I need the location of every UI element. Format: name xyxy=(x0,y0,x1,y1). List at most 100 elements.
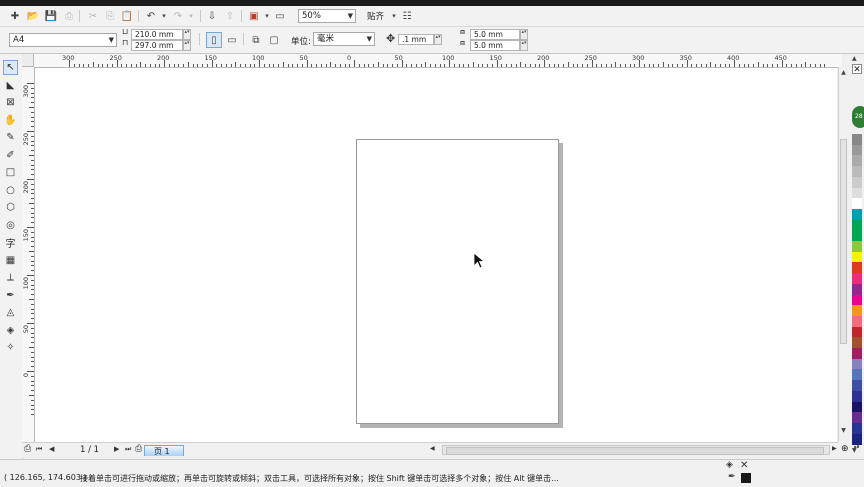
palette-expand-icon[interactable]: ⏯ xyxy=(854,443,860,452)
shape-tool-icon[interactable]: ◣ xyxy=(3,78,18,93)
fill-tool-icon[interactable]: ◈ xyxy=(3,323,18,338)
rectangle-tool-icon[interactable]: □ xyxy=(3,165,18,180)
portrait-icon[interactable]: ▯ xyxy=(206,32,222,48)
scroll-down-icon[interactable]: ▼ xyxy=(839,427,848,434)
page-height-spinner[interactable]: ▴▾ xyxy=(183,40,191,51)
vertical-scroll-thumb[interactable] xyxy=(840,139,847,344)
horizontal-ruler[interactable]: 300 250 200 150 100 50 0 50 100 150 200 250 300 350 40… xyxy=(22,54,842,68)
eyedropper-tool-icon[interactable]: ✒ xyxy=(3,288,18,303)
new-document-icon[interactable]: ✚ xyxy=(8,9,22,23)
all-pages-icon[interactable]: ⧉ xyxy=(249,33,263,47)
color-swatch[interactable] xyxy=(852,273,862,285)
duplicate-y-field[interactable]: 5.0 mm xyxy=(470,40,520,51)
color-swatch[interactable] xyxy=(852,294,862,306)
paste-icon[interactable]: 📋 xyxy=(120,9,134,23)
color-swatch[interactable] xyxy=(852,326,862,338)
add-page-before-icon[interactable]: ⎙ xyxy=(24,444,31,454)
color-swatch[interactable] xyxy=(852,166,862,178)
color-swatch[interactable] xyxy=(852,369,862,381)
smart-fill-tool-icon[interactable]: ✐ xyxy=(3,148,18,163)
last-page-icon[interactable]: ⏭ xyxy=(125,445,131,454)
page-width-field[interactable]: 210.0 mm xyxy=(131,29,183,40)
outline-color-swatch[interactable] xyxy=(741,473,751,483)
color-swatch[interactable] xyxy=(852,315,862,327)
color-swatch[interactable] xyxy=(852,348,862,359)
color-swatch[interactable] xyxy=(852,155,862,167)
crop-tool-icon[interactable]: ⊠ xyxy=(3,95,18,110)
basic-shapes-tool-icon[interactable]: ◎ xyxy=(3,218,18,233)
scroll-left-icon[interactable]: ◀ xyxy=(430,445,435,452)
undo-dropdown-icon[interactable]: ▾ xyxy=(157,9,171,23)
full-screen-icon[interactable]: ▭ xyxy=(273,9,287,23)
horizontal-scrollbar[interactable] xyxy=(442,445,830,455)
zoom-navigator-icon[interactable]: ⊕ xyxy=(841,444,849,454)
redo-dropdown-icon[interactable]: ▾ xyxy=(184,9,198,23)
page-tab[interactable]: 页 1 xyxy=(144,445,184,456)
duplicate-x-spinner[interactable]: ▴▾ xyxy=(520,29,528,40)
undo-icon[interactable]: ↶ xyxy=(144,9,158,23)
pick-tool-icon[interactable]: ↖ xyxy=(3,60,18,75)
vertical-scrollbar[interactable]: ▲ ▼ xyxy=(838,67,849,442)
connector-tool-icon[interactable]: ⟂ xyxy=(3,270,18,285)
landscape-icon[interactable]: ▭ xyxy=(225,33,239,47)
color-swatch[interactable] xyxy=(852,134,862,145)
page-height-field[interactable]: 297.0 mm xyxy=(131,40,183,51)
color-swatch[interactable] xyxy=(852,337,862,349)
document-page[interactable] xyxy=(356,139,559,424)
palette-scroll-up-icon[interactable]: ▲ xyxy=(852,55,857,62)
outline-pen-icon[interactable]: ✒ xyxy=(728,472,736,482)
scroll-right-icon[interactable]: ▶ xyxy=(832,445,837,452)
color-swatch[interactable] xyxy=(852,283,862,295)
page-size-select[interactable]: A4 ▼ xyxy=(9,33,117,47)
color-swatch[interactable] xyxy=(852,412,862,424)
fill-indicator-icon[interactable]: ◈ xyxy=(726,460,733,470)
snap-dropdown-icon[interactable]: ▾ xyxy=(387,9,401,23)
export-icon[interactable]: ⇧ xyxy=(223,9,237,23)
duplicate-x-field[interactable]: 5.0 mm xyxy=(470,29,520,40)
color-swatch[interactable] xyxy=(852,305,862,317)
nudge-spinner[interactable]: ▴▾ xyxy=(434,34,442,45)
color-swatch[interactable] xyxy=(852,144,862,156)
import-icon[interactable]: ⇩ xyxy=(205,9,219,23)
open-folder-icon[interactable]: 📂 xyxy=(26,9,40,23)
color-swatch[interactable] xyxy=(852,187,862,199)
table-tool-icon[interactable]: ▦ xyxy=(3,253,18,268)
current-page-icon[interactable]: ▢ xyxy=(267,33,281,47)
color-swatch[interactable] xyxy=(852,358,862,370)
color-swatch[interactable] xyxy=(852,401,862,413)
color-swatch[interactable] xyxy=(852,390,862,402)
color-swatch[interactable] xyxy=(852,422,862,434)
copy-icon[interactable]: ⎘ xyxy=(103,9,117,23)
no-color-swatch[interactable]: ✕ xyxy=(852,64,862,75)
snap-to-label[interactable]: 贴齐 xyxy=(367,10,384,22)
pan-tool-icon[interactable]: ✋ xyxy=(3,113,18,128)
save-icon[interactable]: 💾 xyxy=(44,9,58,23)
publish-dropdown-icon[interactable]: ▾ xyxy=(260,9,274,23)
duplicate-y-spinner[interactable]: ▴▾ xyxy=(520,40,528,51)
color-swatch[interactable] xyxy=(852,208,862,220)
redo-icon[interactable]: ↷ xyxy=(171,9,185,23)
interactive-fill-tool-icon[interactable]: ✧ xyxy=(3,340,18,355)
color-swatch[interactable] xyxy=(852,241,862,252)
first-page-icon[interactable]: ⏮ xyxy=(36,445,42,454)
polygon-tool-icon[interactable]: ⬡ xyxy=(3,200,18,215)
zoom-level-select[interactable]: 50% ▼ xyxy=(298,9,356,23)
outline-tool-icon[interactable]: ◬ xyxy=(3,305,18,320)
next-page-icon[interactable]: ▶ xyxy=(114,445,119,453)
color-swatch[interactable] xyxy=(852,251,862,263)
print-icon[interactable]: ⎙ xyxy=(62,9,76,23)
ruler-origin[interactable] xyxy=(22,54,34,67)
previous-page-icon[interactable]: ◀ xyxy=(49,445,54,453)
color-swatch[interactable] xyxy=(852,219,862,231)
freehand-tool-icon[interactable]: ✎ xyxy=(3,130,18,145)
units-select[interactable]: 毫米 ▼ xyxy=(313,32,375,46)
options-icon[interactable]: ☷ xyxy=(400,9,414,23)
horizontal-scroll-thumb[interactable] xyxy=(446,447,824,455)
page-width-spinner[interactable]: ▴▾ xyxy=(183,29,191,40)
scroll-up-icon[interactable]: ▲ xyxy=(839,69,848,76)
text-tool-icon[interactable]: 字 xyxy=(3,235,18,250)
color-swatch[interactable] xyxy=(852,262,862,274)
add-page-after-icon[interactable]: ⎙ xyxy=(135,444,142,454)
vertical-ruler[interactable]: 300 250 200 150 100 50 0 xyxy=(22,67,35,442)
color-swatch[interactable] xyxy=(852,380,862,392)
